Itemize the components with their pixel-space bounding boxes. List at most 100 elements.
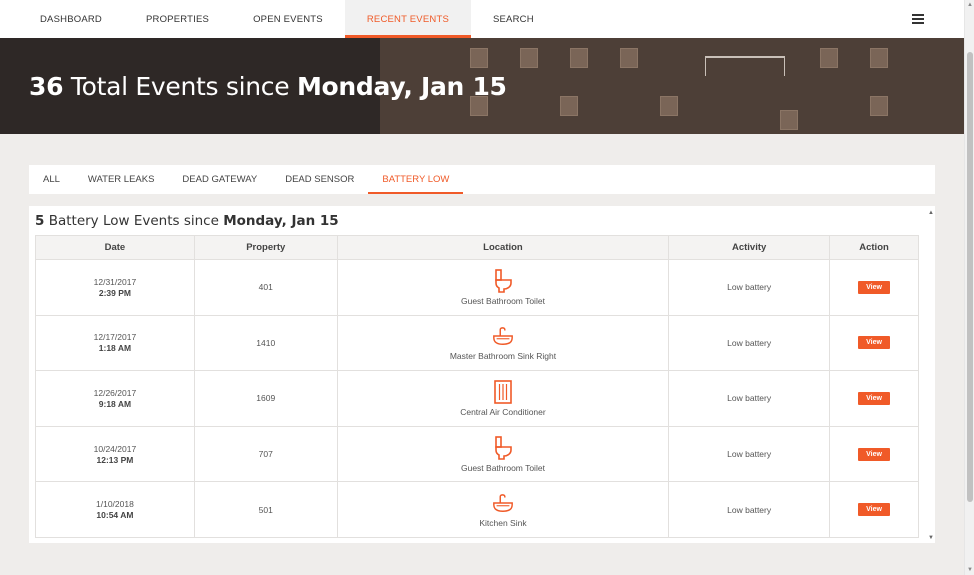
date-cell: 12/17/2017 1:18 AM [35, 314, 195, 372]
column-header-action: Action [829, 235, 919, 260]
panel-date: Monday, Jan 15 [223, 213, 339, 229]
panel-title: 5 Battery Low Events since Monday, Jan 1… [35, 213, 339, 229]
location-cell: Central Air Conditioner [336, 370, 670, 427]
scroll-up-arrow-icon[interactable]: ▲ [928, 210, 934, 216]
event-time: 10:54 AM [96, 510, 134, 521]
event-date: 12/31/2017 [93, 276, 137, 287]
date-cell: 1/10/2018 10:54 AM [35, 481, 195, 538]
action-cell: View [829, 370, 919, 427]
nav-recent-events[interactable]: RECENT EVENTS [344, 0, 472, 46]
view-button[interactable]: View [858, 447, 890, 461]
toilet-icon [495, 268, 512, 293]
filter-tab-dead-gateway[interactable]: DEAD GATEWAY [168, 165, 271, 194]
location-cell: Guest Bathroom Toilet [336, 425, 670, 483]
property-cell: 501 [193, 481, 338, 538]
scrollbar-thumb[interactable] [967, 52, 973, 502]
location-cell: Master Bathroom Sink Right [336, 314, 670, 372]
table-header-row: Date Property Location Activity Action [35, 235, 919, 260]
location-label: Guest Bathroom Toilet [460, 295, 545, 306]
event-date: 1/10/2018 [96, 499, 134, 510]
event-time: 12:13 PM [96, 454, 134, 465]
hamburger-icon[interactable] [912, 14, 924, 24]
window-decor [570, 48, 588, 68]
date-cell: 10/24/2017 12:13 PM [35, 425, 195, 483]
table-row: 10/24/2017 12:13 PM 707 Guest Bathroom T… [35, 425, 919, 483]
panel-scrollbar[interactable]: ▲ ▼ [927, 206, 935, 543]
filter-tab-all[interactable]: ALL [29, 165, 74, 194]
window-decor [660, 96, 678, 116]
location-label: Master Bathroom Sink Right [449, 351, 557, 362]
nav-dashboard[interactable]: DASHBOARD [0, 0, 124, 38]
top-nav: DASHBOARD PROPERTIES OPEN EVENTS RECENT … [0, 0, 964, 46]
activity-cell: Low battery [668, 481, 831, 538]
page-scrollbar[interactable]: ▲ ▼ [964, 0, 974, 575]
column-header-date: Date [35, 235, 195, 260]
nav-open-events[interactable]: OPEN EVENTS [231, 0, 345, 38]
nav-search[interactable]: SEARCH [471, 0, 556, 38]
date-cell: 12/31/2017 2:39 PM [35, 259, 195, 316]
balcony-decor [705, 56, 785, 76]
scroll-down-arrow-icon[interactable]: ▼ [967, 567, 973, 573]
location-cell: Guest Bathroom Toilet [336, 259, 670, 316]
location-label: Kitchen Sink [479, 518, 527, 529]
action-cell: View [829, 425, 919, 483]
events-table: Date Property Location Activity Action 1… [35, 235, 919, 538]
event-date: 12/17/2017 [93, 332, 137, 343]
window-decor [620, 48, 638, 68]
window-decor [520, 48, 538, 68]
location-label: Guest Bathroom Toilet [460, 462, 545, 473]
window-decor [470, 48, 488, 68]
sink-icon [493, 494, 513, 513]
view-button[interactable]: View [858, 336, 890, 350]
nav-properties[interactable]: PROPERTIES [124, 0, 231, 38]
location-cell: Kitchen Sink [336, 481, 670, 538]
activity-cell: Low battery [668, 370, 831, 427]
window-decor [560, 96, 578, 116]
event-time: 2:39 PM [98, 287, 131, 298]
filter-tab-dead-sensor[interactable]: DEAD SENSOR [271, 165, 368, 194]
hero-title: 36 Total Events since Monday, Jan 15 [29, 72, 507, 101]
column-header-activity: Activity [668, 235, 831, 260]
action-cell: View [829, 481, 919, 538]
event-date: 12/26/2017 [93, 387, 137, 398]
sink-icon [493, 327, 513, 346]
table-row: 12/17/2017 1:18 AM 1410 Master Bathroom … [35, 314, 919, 372]
property-cell: 1609 [193, 370, 338, 427]
panel-text: Battery Low Events since [44, 213, 224, 229]
event-date: 10/24/2017 [93, 443, 137, 454]
date-cell: 12/26/2017 9:18 AM [35, 370, 195, 427]
location-label: Central Air Conditioner [460, 406, 546, 417]
window-decor [870, 96, 888, 116]
table-row: 12/26/2017 9:18 AM 1609 Central Air Cond… [35, 370, 919, 427]
filter-tabs: ALL WATER LEAKS DEAD GATEWAY DEAD SENSOR… [29, 165, 935, 194]
window-decor [780, 110, 798, 130]
event-time: 1:18 AM [98, 343, 132, 354]
property-cell: 1410 [193, 314, 338, 372]
window-decor [820, 48, 838, 68]
toilet-icon [495, 435, 512, 460]
view-button[interactable]: View [858, 280, 890, 294]
window-decor [870, 48, 888, 68]
property-cell: 401 [193, 259, 338, 316]
event-time: 9:18 AM [98, 398, 132, 409]
hero-date: Monday, Jan 15 [296, 72, 507, 101]
activity-cell: Low battery [668, 425, 831, 483]
filter-tab-battery-low[interactable]: BATTERY LOW [368, 165, 464, 194]
panel-count: 5 [35, 213, 45, 229]
activity-cell: Low battery [668, 314, 831, 372]
table-row: 12/31/2017 2:39 PM 401 Guest Bathroom To… [35, 259, 919, 316]
view-button[interactable]: View [858, 391, 890, 405]
filter-tab-water-leaks[interactable]: WATER LEAKS [74, 165, 169, 194]
column-header-property: Property [193, 235, 338, 260]
activity-cell: Low battery [668, 259, 831, 316]
hero-banner: 36 Total Events since Monday, Jan 15 [0, 38, 964, 134]
events-panel: 5 Battery Low Events since Monday, Jan 1… [29, 206, 935, 543]
scroll-down-arrow-icon[interactable]: ▼ [928, 535, 934, 541]
view-button[interactable]: View [858, 503, 890, 517]
column-header-location: Location [336, 235, 670, 260]
air-conditioner-icon [494, 380, 512, 404]
scroll-up-arrow-icon[interactable]: ▲ [967, 2, 973, 8]
action-cell: View [829, 314, 919, 372]
property-cell: 707 [193, 425, 338, 483]
hero-text: Total Events since [63, 72, 297, 101]
